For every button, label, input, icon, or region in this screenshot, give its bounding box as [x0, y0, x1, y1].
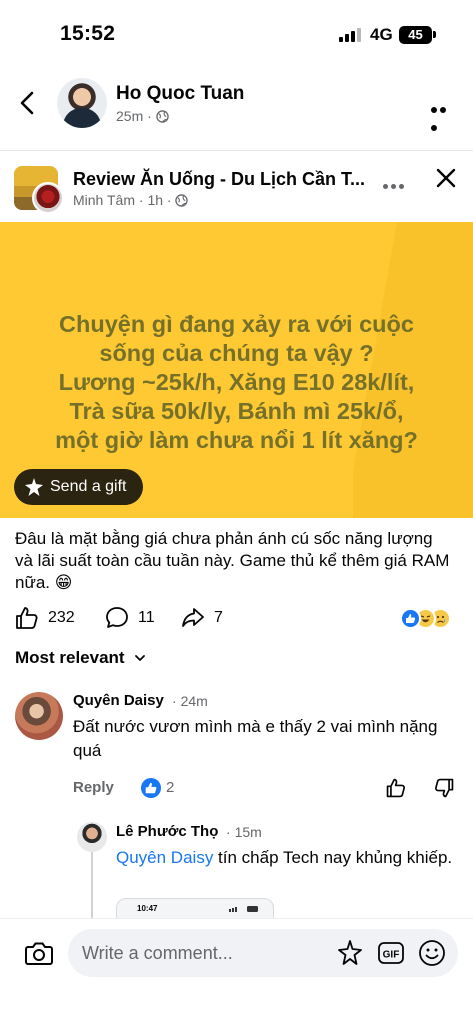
comment-count: 11: [138, 609, 155, 626]
shared-post-meta: Minh Tâm · 1h ·: [73, 192, 189, 208]
avatar-sticker-icon[interactable]: [336, 939, 364, 967]
mention-link[interactable]: Quyên Daisy: [116, 848, 213, 867]
reply-timestamp: 15m: [234, 824, 262, 840]
camera-icon[interactable]: [24, 939, 54, 967]
more-options-icon[interactable]: [431, 100, 457, 131]
comment-sort-dropdown[interactable]: Most relevant: [15, 648, 147, 668]
status-bar: 15:52 4G 45: [0, 0, 473, 60]
member-avatar[interactable]: [32, 182, 64, 214]
svg-text:GIF: GIF: [383, 950, 400, 961]
globe-icon: [175, 194, 189, 207]
reply-button[interactable]: Reply: [73, 779, 114, 796]
status-time: 15:52: [60, 22, 116, 45]
reply-body: tín chấp Tech nay khủng khiếp.: [213, 848, 453, 867]
comment-like-reaction-icon: [141, 778, 161, 798]
shared-post-header: Review Ăn Uống - Du Lịch Cần T... Minh T…: [0, 158, 473, 218]
comment-button[interactable]: 11: [104, 604, 155, 632]
emoji-icon[interactable]: [418, 939, 446, 967]
post-meta: 25m ·: [116, 108, 169, 124]
comment-composer: GIF: [0, 918, 473, 1024]
thumb-down-icon[interactable]: [433, 777, 455, 799]
commenter-name[interactable]: Quyên Daisy: [73, 692, 164, 709]
close-icon[interactable]: [434, 166, 458, 190]
gif-icon[interactable]: GIF: [377, 940, 405, 966]
battery-tip: [433, 31, 436, 38]
chevron-down-icon: [134, 655, 145, 661]
sparkle-gift-icon: [25, 478, 43, 496]
share-button[interactable]: 7: [180, 604, 223, 632]
image-text-line: Chuyện gì đang xảy ra với cuộc: [59, 311, 414, 337]
network-label: 4G: [370, 25, 393, 44]
thumb-up-icon[interactable]: [385, 777, 407, 799]
image-text-line: sống của chúng ta vậy ?: [99, 340, 374, 366]
like-button[interactable]: 232: [14, 604, 75, 632]
post-caption: Đâu là mặt bằng giá chưa phản ánh cú sốc…: [15, 529, 450, 592]
comment-text: Đất nước vươn mình mà e thấy 2 vai mình …: [73, 717, 438, 760]
group-name[interactable]: Review Ăn Uống - Du Lịch Cần T...: [73, 169, 365, 190]
reply-thread-line: [91, 852, 93, 924]
shared-post-timestamp: 1h: [147, 192, 164, 208]
comment-icon: [106, 607, 128, 628]
reply-time: · 15m: [226, 824, 262, 840]
back-icon[interactable]: [16, 88, 42, 118]
reply-text: Quyên Daisy tín chấp Tech nay khủng khiế…: [116, 846, 456, 870]
send-gift-button[interactable]: Send a gift: [14, 469, 143, 505]
member-name[interactable]: Minh Tâm: [73, 192, 135, 208]
commenter-avatar[interactable]: [15, 692, 63, 740]
post-timestamp: 25m: [116, 108, 144, 124]
reply-author-avatar[interactable]: [77, 822, 107, 852]
post-header: Ho Quoc Tuan 25m ·: [0, 64, 473, 144]
like-count: 232: [48, 609, 75, 626]
image-text-line: một giờ làm chưa nổi 1 lít xăng?: [55, 427, 418, 453]
comment-timestamp: 24m: [180, 693, 208, 709]
like-reaction-icon: [400, 608, 421, 629]
post-image[interactable]: Chuyện gì đang xảy ra với cuộc sống của …: [0, 222, 473, 518]
battery-icon: 45: [399, 26, 432, 44]
like-icon: [16, 607, 38, 629]
image-text-line: Lương ~25k/h, Xăng E10 28k/lít,: [58, 369, 415, 395]
reaction-summary[interactable]: [400, 608, 460, 630]
author-avatar[interactable]: [57, 78, 107, 128]
image-text: Chuyện gì đang xảy ra với cuộc sống của …: [10, 310, 463, 455]
send-gift-label: Send a gift: [50, 478, 127, 495]
attached-image-time: 10:47: [137, 904, 158, 913]
share-icon: [182, 608, 204, 627]
image-text-line: Trà sữa 50k/ly, Bánh mì 25k/ổ,: [69, 398, 404, 424]
globe-icon: [155, 110, 169, 123]
signal-icon: [339, 28, 363, 42]
divider: [0, 150, 473, 151]
author-name[interactable]: Ho Quoc Tuan: [116, 83, 244, 105]
share-count: 7: [214, 609, 223, 626]
reaction-bar: 232 11 7: [0, 604, 473, 632]
comment-like-count: 2: [166, 779, 175, 796]
comment-time: · 24m: [172, 693, 208, 709]
reply-author-name[interactable]: Lê Phước Thọ: [116, 823, 218, 840]
attached-image-status-icons: [229, 906, 258, 912]
sort-label: Most relevant: [15, 648, 125, 667]
comment-actions: Reply 2: [73, 777, 463, 801]
shared-more-options-icon[interactable]: [383, 176, 407, 189]
